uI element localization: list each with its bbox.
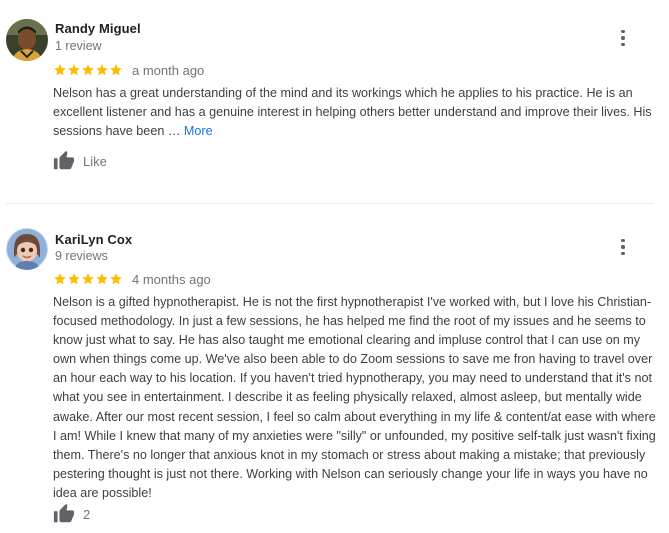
like-count: 2: [83, 506, 91, 522]
review-author[interactable]: Randy Miguel: [55, 21, 141, 36]
star-icon: [68, 273, 80, 285]
thumb-up-icon: [53, 503, 75, 523]
avatar-image: [6, 19, 48, 61]
star-icon: [96, 64, 108, 76]
star-icon: [110, 273, 122, 285]
review-author[interactable]: KariLyn Cox: [55, 232, 132, 247]
star-rating: [53, 63, 123, 77]
more-link[interactable]: More: [184, 124, 213, 138]
avatar[interactable]: [6, 228, 48, 270]
star-rating: [53, 272, 123, 286]
star-icon: [54, 64, 66, 76]
star-icon: [110, 64, 122, 76]
review-date: a month ago: [132, 62, 205, 78]
review-count: 9 reviews: [55, 249, 108, 263]
thumb-up-icon: [53, 150, 75, 170]
review-text: Nelson is a gifted hypnotherapist. He is…: [53, 295, 656, 500]
avatar[interactable]: [6, 19, 48, 61]
like-button[interactable]: 2: [53, 503, 90, 525]
avatar-image: [6, 228, 48, 270]
star-icon: [82, 64, 94, 76]
review-body: Nelson has a great understanding of the …: [53, 86, 652, 139]
like-label: Like: [83, 153, 107, 169]
review-date: 4 months ago: [132, 271, 211, 287]
review-meta: a month ago: [53, 61, 204, 79]
star-icon: [68, 64, 80, 76]
like-button[interactable]: Like: [53, 150, 107, 172]
review-divider: [6, 203, 654, 204]
star-icon: [54, 273, 66, 285]
more-vert-icon[interactable]: [615, 236, 631, 258]
review-meta: 4 months ago: [53, 270, 211, 288]
star-icon: [96, 273, 108, 285]
star-icon: [82, 273, 94, 285]
review-text: Nelson has a great understanding of the …: [53, 84, 658, 141]
review-count: 1 review: [55, 39, 102, 53]
more-vert-icon[interactable]: [615, 27, 631, 49]
